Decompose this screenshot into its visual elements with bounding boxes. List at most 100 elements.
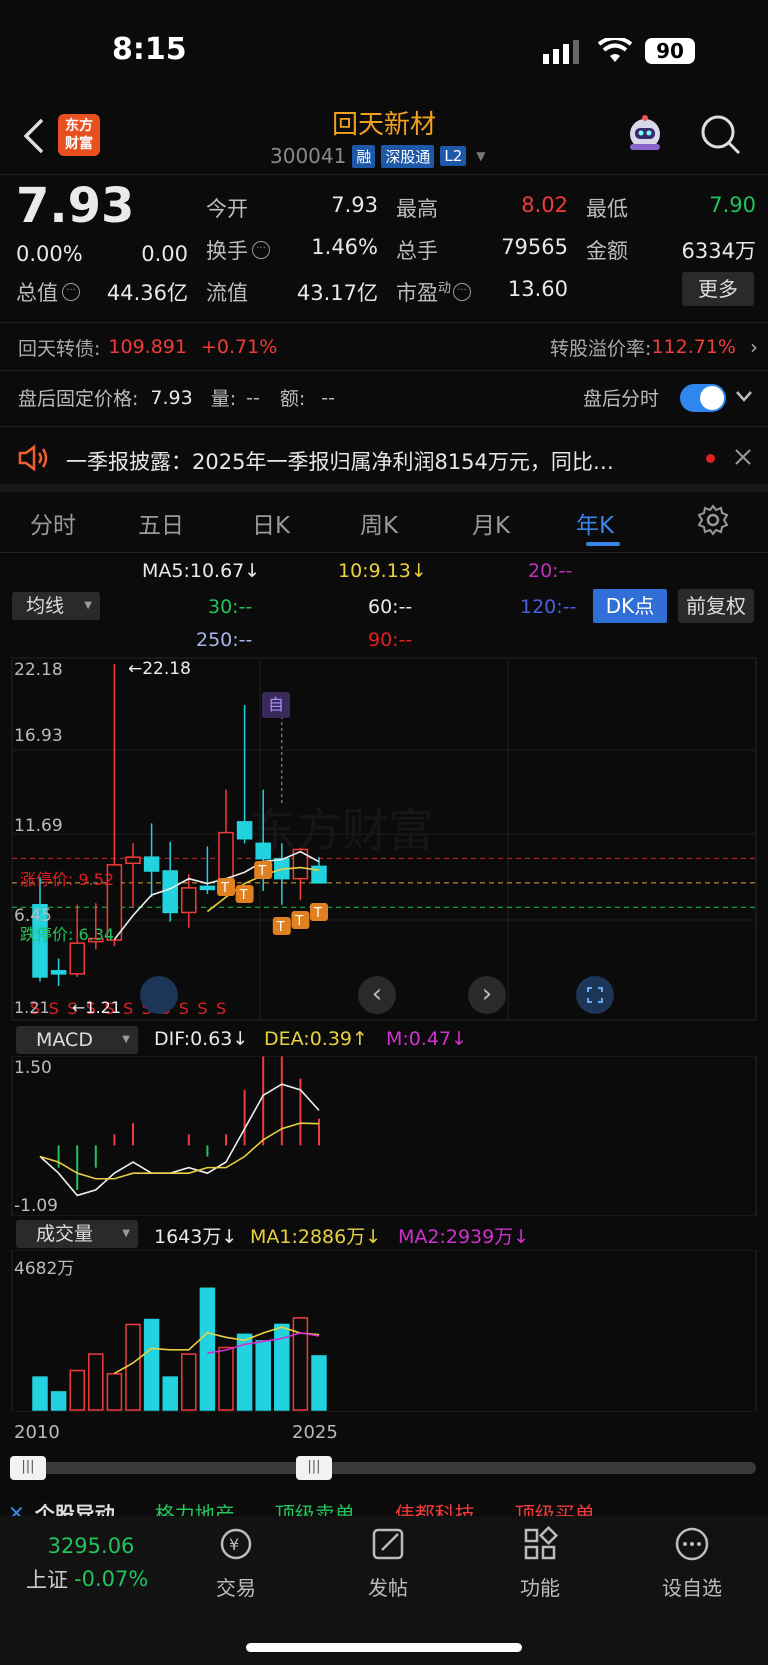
y-axis-max: 22.18 <box>14 660 63 680</box>
volume-bar <box>143 1318 160 1411</box>
tab-daily-k[interactable]: 日K <box>252 506 290 540</box>
chevron-down-icon[interactable] <box>734 384 754 412</box>
open-label: 今开 <box>206 197 248 221</box>
volume-bar <box>88 1353 104 1411</box>
volume-bar <box>32 1376 48 1411</box>
ma90-label: 90:-- <box>368 629 413 651</box>
info-icon[interactable]: ··· <box>252 241 270 259</box>
tab-yearly-k[interactable]: 年K <box>576 506 614 540</box>
x-axis-start: 2010 <box>14 1422 60 1443</box>
kline-chart[interactable]: 东方财富 SSSSSSSSSSSTTTTTT <box>0 656 768 1022</box>
macd-y-min: -1.09 <box>14 1196 58 1216</box>
scroll-left-button[interactable]: ‹ <box>358 976 396 1014</box>
search-icon[interactable] <box>700 114 742 160</box>
ticker-strip[interactable]: ✕ 个股异动 格力地产 顶级卖单 伟都科技 顶级买单 <box>0 1494 768 1517</box>
tab-intraday[interactable]: 分时 <box>30 506 76 540</box>
nav-post[interactable]: 发帖 <box>338 1526 438 1601</box>
volume-chart <box>0 1249 768 1413</box>
close-icon[interactable] <box>734 448 752 470</box>
x-axis-end: 2025 <box>292 1422 338 1443</box>
afterhours-toggle[interactable] <box>680 384 726 412</box>
chevron-down-icon: ▼ <box>476 149 486 163</box>
dif-line <box>39 1083 320 1197</box>
nav-add-watchlist[interactable]: 设自选 <box>642 1526 742 1601</box>
range-slider-left-handle[interactable]: ||| <box>10 1456 46 1480</box>
ma-selector[interactable]: 均线 ▼ <box>12 592 100 620</box>
self-marker: 自 <box>262 692 290 718</box>
scroll-right-button[interactable]: › <box>468 976 506 1014</box>
adjust-button[interactable]: 前复权 <box>678 589 754 623</box>
bond-row[interactable]: 回天转债: 109.891 +0.71% 转股溢价率: 112.71% › <box>18 332 758 362</box>
volume-bar <box>106 1373 123 1411</box>
tab-weekly-k[interactable]: 周K <box>360 506 398 540</box>
t-marker: T <box>239 888 248 903</box>
battery-icon: 90 <box>645 38 695 64</box>
afterhours-amt-label: 额: <box>279 388 306 410</box>
afterhours-amt: -- <box>321 386 335 409</box>
low-value: 7.90 <box>709 193 756 217</box>
signal-icon <box>543 40 583 68</box>
info-icon[interactable]: ··· <box>453 283 472 301</box>
t-marker: T <box>294 914 303 929</box>
robot-assistant-icon[interactable] <box>624 114 666 160</box>
last-price: 7.93 <box>16 178 135 234</box>
settings-gear-icon[interactable] <box>697 504 729 540</box>
volume-y-max: 4682万 <box>14 1259 75 1279</box>
volume-bar <box>50 1391 67 1411</box>
afterhours-row: 盘后固定价格: 7.93 量: -- 额: -- <box>18 384 335 411</box>
tab-five-day[interactable]: 五日 <box>138 506 184 540</box>
tag-connect: 深股通 <box>381 144 435 168</box>
tab-monthly-k[interactable]: 月K <box>472 506 510 540</box>
candle-body <box>50 970 67 975</box>
volume-ma2: MA2:2939万↓ <box>398 1226 530 1248</box>
zoom-out-button[interactable] <box>140 976 178 1014</box>
ma5-label: MA5:10.67↓ <box>142 560 261 582</box>
mktcap-value: 44.36亿 <box>106 281 188 305</box>
volume-value: 79565 <box>501 235 568 259</box>
dk-point-button[interactable]: DK点 <box>593 589 667 623</box>
fullscreen-button[interactable] <box>576 976 614 1014</box>
max-marker: ←22.18 <box>128 659 191 679</box>
ma20-label: 20:-- <box>528 560 573 582</box>
status-time: 8:15 <box>112 32 187 67</box>
ticker-item-4: 顶级买单 <box>514 1502 595 1516</box>
ma10-label: 10:9.13↓ <box>338 560 427 582</box>
index-widget[interactable]: 3295.06 上证 -0.07% <box>16 1534 166 1594</box>
nav-functions[interactable]: 功能 <box>490 1525 590 1601</box>
afterhours-label: 盘后固定价格: <box>18 388 139 410</box>
t-marker: T <box>276 920 285 935</box>
turnover-value: 1.46% <box>311 235 378 259</box>
macd-selector[interactable]: MACD ▼ <box>16 1026 138 1054</box>
macd-dea: DEA:0.39↑ <box>264 1028 368 1050</box>
range-slider-right-handle[interactable]: ||| <box>296 1456 332 1480</box>
s-marker: S <box>179 999 189 1018</box>
volume-current: 1643万↓ <box>154 1226 238 1248</box>
index-value: 3295.06 <box>47 1534 135 1558</box>
ma30-label: 30:-- <box>208 596 253 618</box>
candle-body <box>236 821 253 840</box>
dropdown-caret-icon: ▼ <box>122 1034 130 1045</box>
notice-text[interactable]: 一季报披露：2025年一季报归属净利润8154万元，同比… <box>66 446 676 476</box>
more-dots-icon <box>675 1527 709 1561</box>
limit-up-label: 涨停价: 9.52 <box>20 870 115 889</box>
high-value: 8.02 <box>521 193 568 217</box>
range-slider-track[interactable] <box>12 1462 756 1474</box>
volume-selector[interactable]: 成交量 ▼ <box>16 1220 138 1248</box>
nav-trade[interactable]: ¥ 交易 <box>186 1526 286 1601</box>
stock-code-row[interactable]: 300041 融 深股通 L2 ▼ <box>270 144 486 168</box>
low-label: 最低 <box>586 197 628 221</box>
premium-value: 112.71% <box>651 336 736 358</box>
tag-l2: L2 <box>440 146 467 166</box>
t-marker: T <box>313 906 322 921</box>
more-button[interactable]: 更多 <box>682 272 754 306</box>
info-icon[interactable]: ··· <box>62 283 80 301</box>
afterhours-price: 7.93 <box>150 386 193 409</box>
open-value: 7.93 <box>331 193 378 217</box>
index-change: -0.07% <box>74 1567 149 1591</box>
candle-body <box>125 856 141 865</box>
high-label: 最高 <box>396 197 438 221</box>
candle-body <box>255 842 271 860</box>
ticker-item-3: 伟都科技 <box>394 1502 475 1516</box>
volume-bar <box>218 1346 234 1411</box>
ticker-collapse-icon[interactable]: ✕ <box>8 1501 25 1517</box>
